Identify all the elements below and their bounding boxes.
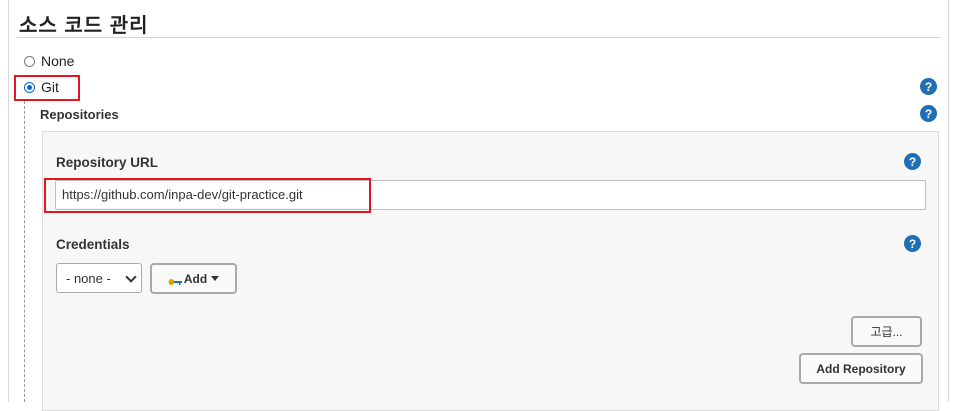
panel-right-border: [948, 0, 949, 402]
advanced-button[interactable]: 고급...: [851, 316, 922, 347]
chevron-down-icon: [125, 271, 137, 283]
credentials-select-value: - none -: [66, 270, 111, 286]
repository-url-label: Repository URL: [56, 155, 159, 170]
scm-option-git[interactable]: Git: [24, 79, 59, 95]
panel-left-border: [8, 0, 9, 402]
help-icon-repository-url[interactable]: ?: [904, 153, 921, 170]
scm-option-git-label: Git: [41, 79, 59, 95]
add-credentials-label: Add: [183, 271, 208, 286]
help-icon-git[interactable]: ?: [920, 78, 937, 95]
scm-option-none[interactable]: None: [24, 53, 74, 69]
help-icon-credentials[interactable]: ?: [904, 235, 921, 252]
repositories-label: Repositories: [40, 107, 119, 122]
help-icon-repositories[interactable]: ?: [920, 105, 937, 122]
credentials-label: Credentials: [56, 237, 130, 252]
key-icon: [168, 275, 182, 285]
scm-option-none-label: None: [41, 53, 75, 69]
section-title: 소스 코드 관리: [19, 15, 149, 37]
radio-none[interactable]: [24, 55, 35, 67]
caret-down-icon: [211, 276, 220, 281]
credentials-select[interactable]: - none -: [56, 263, 142, 293]
repository-url-input[interactable]: https://github.com/inpa-dev/git-practice…: [55, 180, 926, 210]
title-divider: [17, 37, 941, 38]
git-config-indent-line: [24, 101, 25, 402]
radio-git[interactable]: [24, 81, 35, 93]
add-credentials-button[interactable]: Add: [150, 263, 237, 294]
add-repository-button[interactable]: Add Repository: [799, 353, 923, 384]
